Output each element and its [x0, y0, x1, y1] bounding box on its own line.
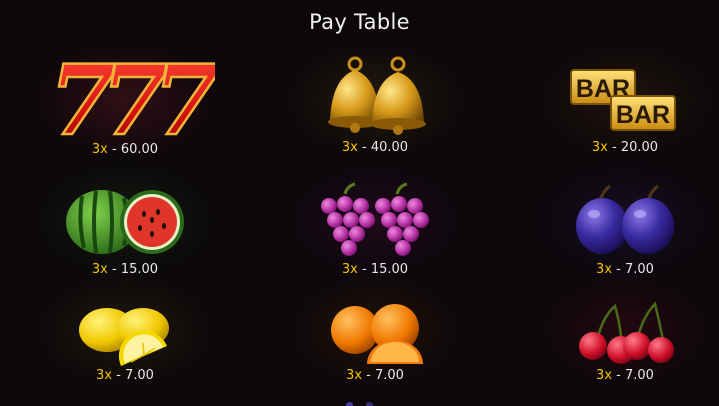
payout-value: 7.00: [625, 368, 654, 383]
lemon-icon: [79, 308, 169, 366]
payout-separator: -: [366, 368, 371, 383]
page-dot-2[interactable]: [366, 402, 374, 406]
payout-value: 7.00: [125, 368, 154, 383]
page-title: Pay Table: [309, 10, 410, 34]
symbol-cell-grapes: 3x - 15.00: [255, 180, 495, 302]
payout-multiplier: 3x: [91, 142, 108, 157]
payout-separator: -: [112, 262, 117, 277]
payout-separator: -: [612, 140, 617, 155]
payout-bar: 3x - 20.00: [505, 140, 719, 155]
payout-multiplier: 3x: [341, 262, 358, 277]
payout-value: 7.00: [375, 368, 404, 383]
payout-lemon: 3x - 7.00: [5, 368, 245, 383]
symbol-cell-bell: 3x - 40.00: [255, 50, 495, 172]
payout-grapes: 3x - 15.00: [255, 262, 495, 277]
payout-orange: 3x - 7.00: [255, 368, 495, 383]
payout-value: 60.00: [120, 142, 159, 157]
bell-icon: [328, 56, 426, 135]
payout-value: 7.00: [625, 262, 654, 277]
payout-watermelon: 3x - 15.00: [5, 262, 245, 277]
payout-value: 15.00: [370, 262, 409, 277]
payout-multiplier: 3x: [596, 262, 613, 277]
symbol-cell-watermelon: 3x - 15.00: [5, 180, 245, 302]
payout-value: 15.00: [120, 262, 159, 277]
payout-multiplier: 3x: [96, 368, 113, 383]
payout-multiplier: 3x: [591, 140, 608, 155]
payout-separator: -: [116, 368, 121, 383]
payout-multiplier: 3x: [596, 368, 613, 383]
payout-separator: -: [616, 262, 621, 277]
symbol-cell-lemon: 3x - 7.00: [5, 300, 245, 406]
payout-separator: -: [616, 368, 621, 383]
seven-icon: 7 7 7: [48, 50, 215, 140]
bar-icon: BAR BAR: [570, 69, 676, 131]
payout-multiplier: 3x: [91, 262, 108, 277]
payout-multiplier: 3x: [341, 140, 358, 155]
page-indicator: [0, 394, 719, 406]
symbol-cell-seven: 7 7 7 3x - 60.00: [5, 50, 245, 172]
payout-multiplier: 3x: [346, 368, 363, 383]
payout-separator: -: [362, 262, 367, 277]
bar-label-bottom: BAR: [616, 101, 670, 129]
payout-plum: 3x - 7.00: [505, 262, 719, 277]
symbol-cell-plum: 3x - 7.00: [505, 180, 719, 302]
payout-cherry: 3x - 7.00: [505, 368, 719, 383]
payout-value: 20.00: [620, 140, 659, 155]
seven-glyph-3: 7: [153, 50, 215, 140]
page-dot-1[interactable]: [345, 402, 353, 406]
symbol-cell-bar: BAR BAR 3x - 20.00: [505, 50, 719, 172]
symbol-cell-orange: 3x - 7.00: [255, 300, 495, 406]
payout-separator: -: [112, 142, 117, 157]
plum-icon: [576, 184, 674, 254]
pay-table-screen: Pay Table 7 7 7 3x - 60.00 3x - 40.00 BA…: [0, 0, 719, 406]
payout-bell: 3x - 40.00: [255, 140, 495, 155]
orange-icon: [331, 304, 423, 364]
payout-value: 40.00: [370, 140, 409, 155]
watermelon-icon: [66, 190, 184, 254]
payout-seven: 3x - 60.00: [5, 142, 245, 157]
payout-separator: -: [362, 140, 367, 155]
grapes-icon: [321, 182, 429, 256]
cherry-icon: [579, 301, 674, 364]
symbol-cell-cherry: 3x - 7.00: [505, 300, 719, 406]
